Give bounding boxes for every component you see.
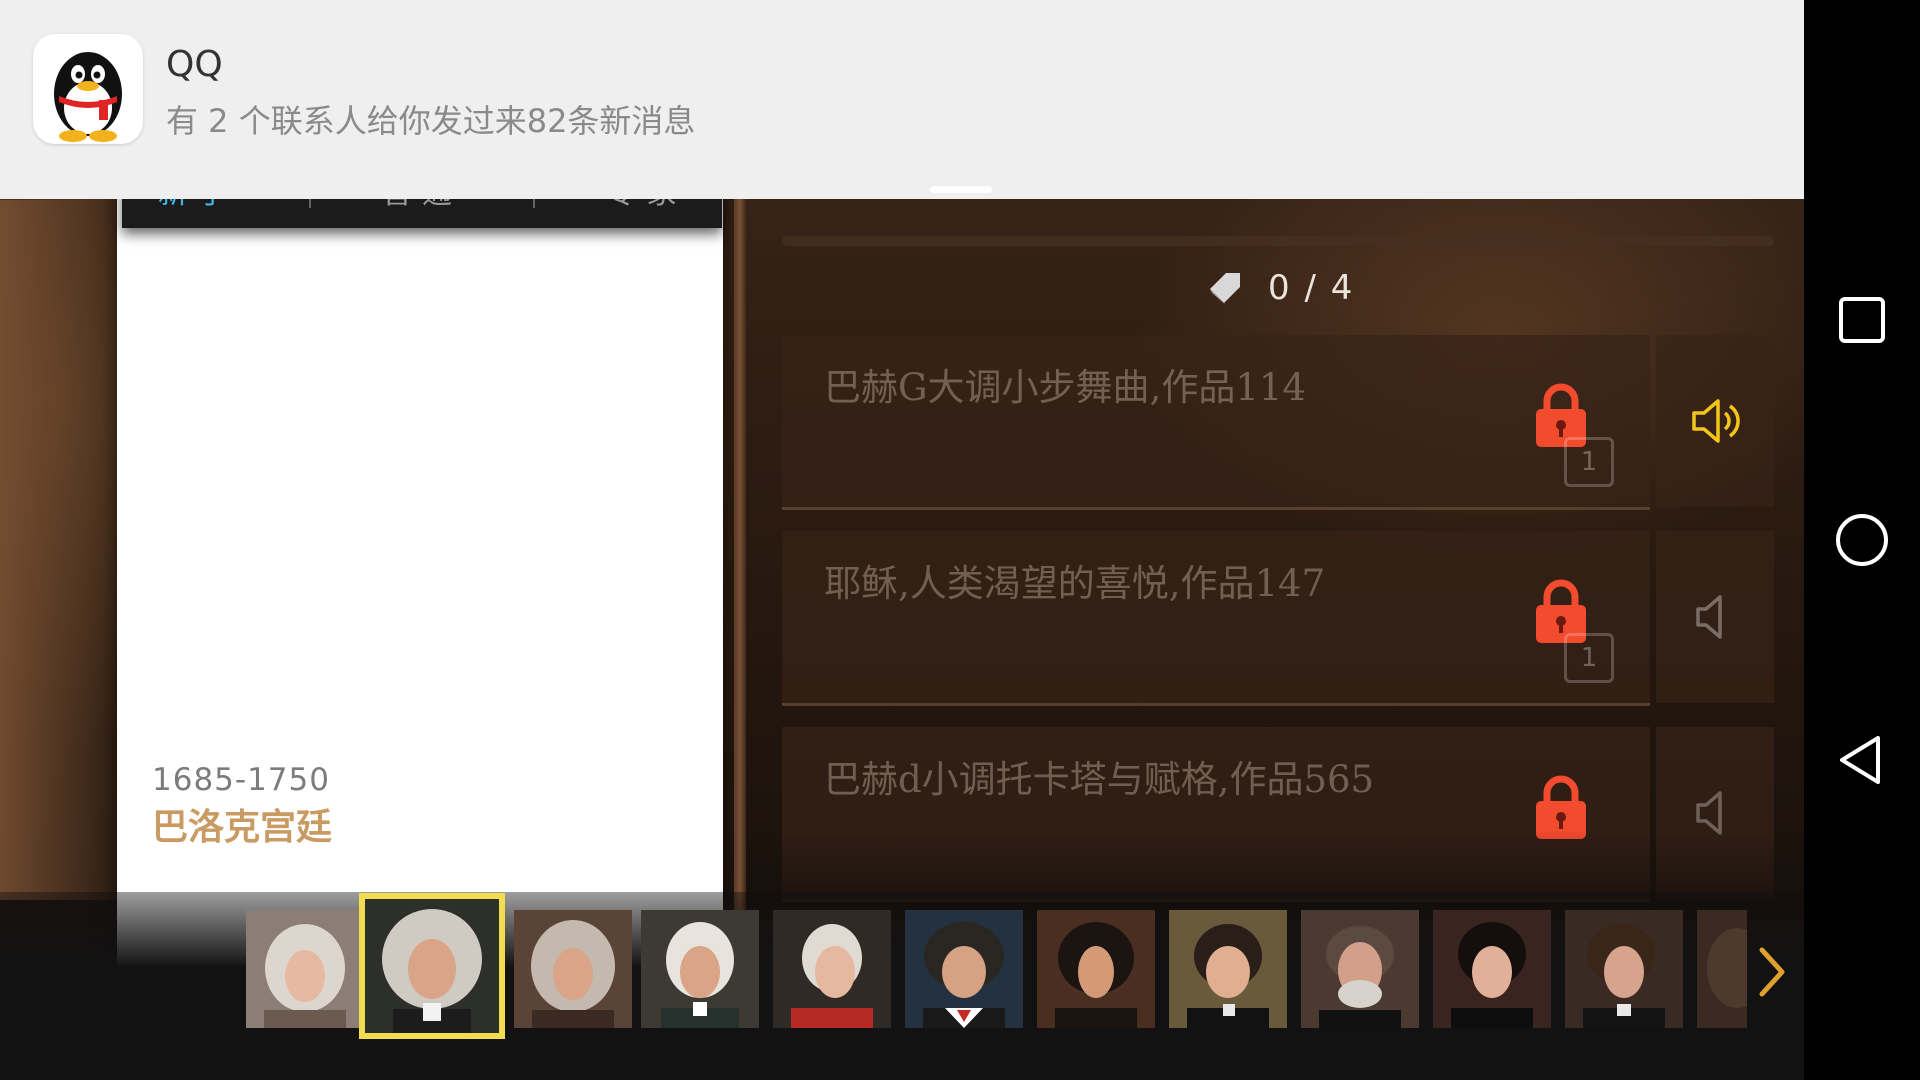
composer-portrait[interactable] xyxy=(641,910,759,1028)
tag-icon xyxy=(1210,273,1240,305)
notification-title: QQ xyxy=(166,44,223,85)
song-badge: 1 xyxy=(1564,633,1614,683)
song-title: 巴赫G大调小步舞曲,作品114 xyxy=(824,366,1306,409)
speaker-off-icon xyxy=(1696,595,1722,639)
notification-message: 有 2 个联系人给你发过来82条新消息 xyxy=(166,102,696,140)
era-years: 1685-1750 xyxy=(152,762,330,798)
composer-portrait[interactable] xyxy=(773,910,891,1028)
composer-portrait[interactable] xyxy=(905,910,1023,1028)
preview-speaker-button[interactable] xyxy=(1656,335,1774,507)
chevron-right-icon[interactable] xyxy=(1752,944,1792,1000)
composer-portrait-selected[interactable] xyxy=(359,893,505,1039)
notification-handle[interactable] xyxy=(930,186,992,193)
back-triangle-icon[interactable] xyxy=(1832,730,1892,790)
composer-portrait[interactable] xyxy=(1565,910,1683,1028)
song-title: 耶稣,人类渴望的喜悦,作品147 xyxy=(824,562,1326,605)
panel-top-bar xyxy=(782,236,1774,246)
song-row[interactable]: 耶稣,人类渴望的喜悦,作品147 1 xyxy=(782,531,1650,706)
system-nav-bar xyxy=(1804,0,1920,1080)
home-circle-icon[interactable] xyxy=(1832,510,1892,570)
composer-portrait[interactable] xyxy=(514,910,632,1028)
preview-speaker-button[interactable] xyxy=(1656,531,1774,703)
song-title: 巴赫d小调托卡塔与赋格,作品565 xyxy=(824,758,1375,801)
progress-text: 0 / 4 xyxy=(1268,268,1355,308)
composer-portrait[interactable] xyxy=(1697,910,1747,1028)
composer-info-card xyxy=(117,180,723,987)
composer-portrait[interactable] xyxy=(246,910,364,1028)
qq-penguin-icon xyxy=(33,34,143,144)
composer-portrait[interactable] xyxy=(1037,910,1155,1028)
qq-notification[interactable]: QQ 有 2 个联系人给你发过来82条新消息 xyxy=(0,0,1804,199)
progress-indicator: 0 / 4 xyxy=(1204,258,1354,318)
background-glow xyxy=(0,200,118,900)
song-badge: 1 xyxy=(1564,437,1614,487)
composer-portrait[interactable] xyxy=(1433,910,1551,1028)
speaker-on-icon xyxy=(1692,399,1740,443)
composer-portrait[interactable] xyxy=(1169,910,1287,1028)
composer-portrait[interactable] xyxy=(1301,910,1419,1028)
song-row[interactable]: 巴赫G大调小步舞曲,作品114 1 xyxy=(782,335,1650,510)
recents-square-icon[interactable] xyxy=(1832,290,1892,350)
era-name: 巴洛克宫廷 xyxy=(152,807,333,848)
panel-divider xyxy=(734,190,746,910)
